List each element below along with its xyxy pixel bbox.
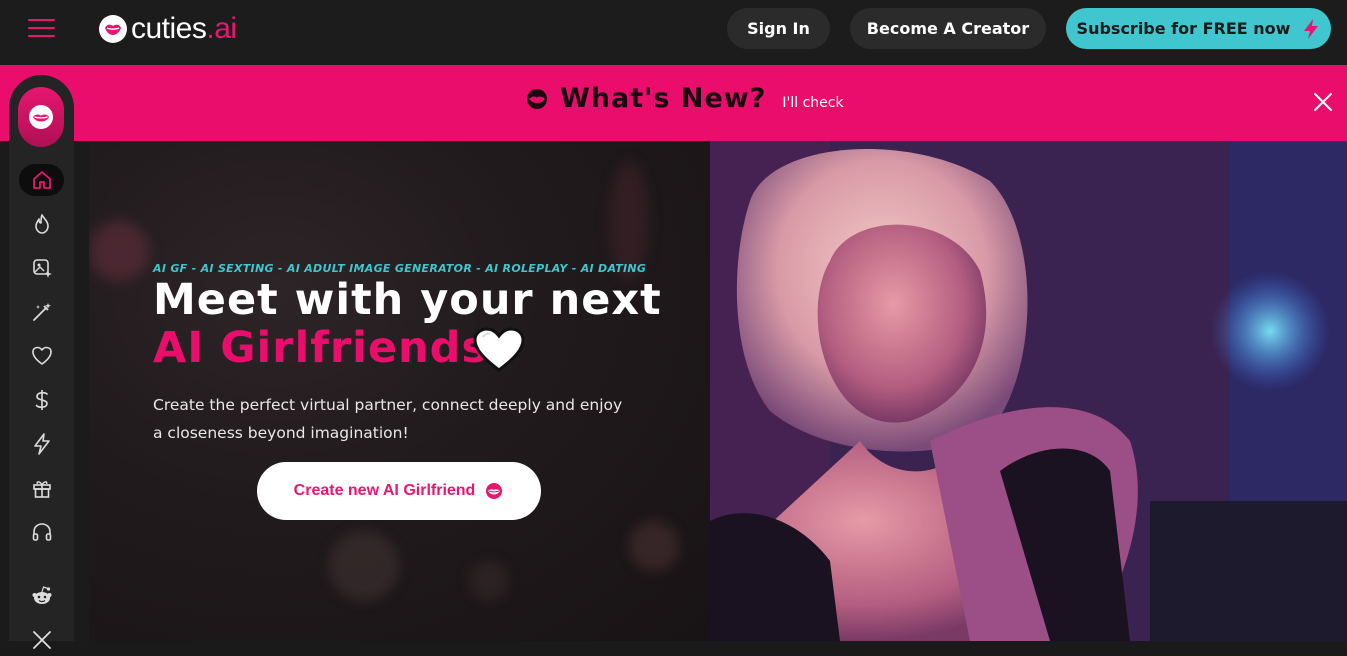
hero-subtext: Create the perfect virtual partner, conn…	[153, 396, 623, 442]
top-navbar: cuties.ai Sign In Become A Creator Subsc…	[0, 0, 1347, 65]
sidebar-item-image-generator[interactable]	[19, 252, 64, 284]
hero-tags: AI GF - AI SEXTING - AI ADULT IMAGE GENE…	[153, 262, 647, 275]
subscribe-button[interactable]: Subscribe for FREE now	[1066, 8, 1331, 49]
heart-icon	[31, 346, 52, 365]
sidebar-item-x[interactable]	[19, 624, 64, 656]
sign-in-button[interactable]: Sign In	[727, 8, 830, 49]
whats-new-banner: What's New? I'll check	[0, 65, 1347, 141]
headphones-icon	[32, 523, 51, 541]
lips-icon	[486, 483, 503, 499]
hero-headline-line2: AI Girlfriends	[153, 323, 489, 373]
lips-logo-icon	[29, 105, 53, 129]
magic-wand-icon	[32, 303, 51, 321]
x-twitter-icon	[32, 631, 51, 649]
sidebar-item-support[interactable]	[19, 516, 64, 548]
banner-title: What's New?	[560, 83, 767, 114]
sidebar-item-pricing[interactable]	[19, 384, 64, 416]
sidebar-item-boost[interactable]	[19, 428, 64, 460]
lightning-icon	[1304, 18, 1319, 39]
close-icon[interactable]	[1312, 91, 1334, 113]
home-icon	[32, 171, 51, 189]
reddit-icon	[32, 586, 51, 604]
cta-label: Create new AI Girlfriend	[293, 482, 476, 499]
lips-logo-icon	[99, 15, 127, 43]
main-content: AI GF - AI SEXTING - AI ADULT IMAGE GENE…	[0, 141, 1347, 641]
ill-check-link[interactable]: I'll check	[782, 95, 843, 111]
logo-wordmark: cuties.ai	[131, 12, 237, 45]
gift-icon	[32, 481, 51, 498]
subscribe-label: Subscribe for FREE now	[1076, 19, 1291, 38]
image-sparkle-icon	[32, 259, 52, 278]
hero-card: AI GF - AI SEXTING - AI ADULT IMAGE GENE…	[89, 141, 710, 641]
create-girlfriend-button[interactable]: Create new AI Girlfriend	[257, 462, 541, 520]
heart-icon	[473, 327, 525, 372]
lips-icon	[527, 88, 547, 109]
sidebar-item-rewards[interactable]	[19, 472, 64, 504]
sidebar-item-home[interactable]	[19, 164, 64, 196]
hero-model-image	[710, 141, 1347, 641]
model-photo-illustration	[710, 141, 1347, 641]
sidebar-item-favorites[interactable]	[19, 340, 64, 372]
hero-headline-line1: Meet with your next	[153, 275, 662, 325]
fire-icon	[34, 214, 49, 234]
sidebar-item-trending[interactable]	[19, 208, 64, 240]
sidebar-logo-button[interactable]	[18, 87, 64, 147]
hamburger-menu-icon[interactable]	[28, 17, 55, 39]
left-sidebar	[9, 75, 74, 649]
sidebar-item-reddit[interactable]	[19, 580, 64, 612]
become-creator-button[interactable]: Become A Creator	[850, 8, 1046, 49]
sidebar-item-create[interactable]	[19, 296, 64, 328]
dollar-icon	[35, 390, 48, 410]
lightning-icon	[33, 433, 50, 455]
site-logo[interactable]: cuties.ai	[98, 12, 237, 46]
